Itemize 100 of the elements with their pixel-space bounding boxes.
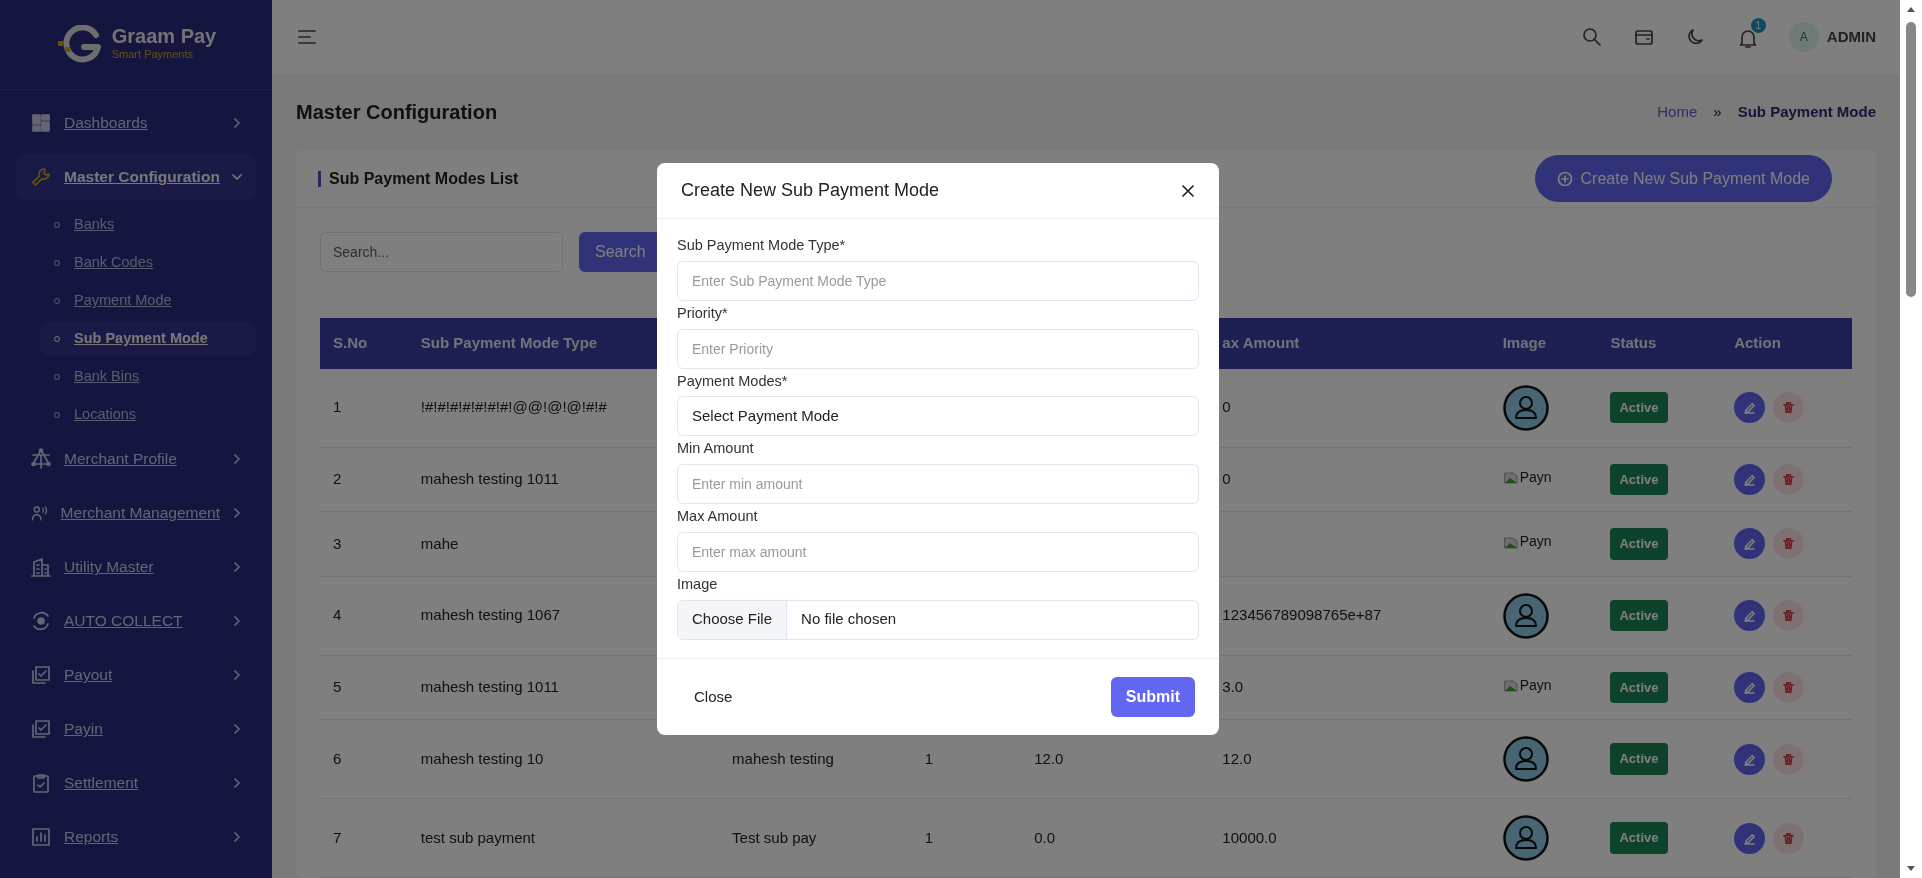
avatar-icon <box>1502 384 1549 431</box>
sidebar-item[interactable]: Merchant Management <box>16 490 256 536</box>
chevron-down-icon <box>232 172 242 182</box>
status-tag: Active <box>1610 743 1668 775</box>
input-field[interactable]: Enter max amount <box>677 531 1199 572</box>
sidebar-item[interactable]: Dashboards <box>16 100 256 146</box>
status-tag: Active <box>1610 391 1668 424</box>
input-field[interactable]: Enter Priority <box>677 328 1199 369</box>
edit-button[interactable] <box>1734 528 1766 560</box>
scrollbar[interactable] <box>1900 0 1922 878</box>
image-alt-text: Payn <box>1519 675 1552 695</box>
breadcrumb-separator: » <box>1713 101 1722 122</box>
sidebar-item[interactable]: Master Configuration <box>16 154 256 200</box>
sidebar-item[interactable]: Utility Master <box>16 544 256 590</box>
chevron-right-icon <box>232 508 242 518</box>
sidebar-item[interactable]: AUTO COLLECT <box>16 598 256 644</box>
trash-icon <box>1782 680 1796 694</box>
input-field[interactable]: Enter Sub Payment Mode Type <box>677 260 1199 301</box>
column-header: Image <box>1489 318 1598 369</box>
card-title: Sub Payment Modes List <box>329 168 519 189</box>
edit-button[interactable] <box>1734 822 1766 854</box>
pencil-icon <box>1743 609 1757 622</box>
chevron-right-icon <box>232 670 242 680</box>
field-label: Image <box>677 574 719 594</box>
sidebar-subitem[interactable]: Banks <box>40 208 256 242</box>
trash-icon <box>1782 609 1796 622</box>
edit-button[interactable] <box>1734 600 1766 631</box>
delete-button[interactable] <box>1773 671 1805 703</box>
status-tag: Active <box>1610 528 1668 560</box>
edit-button[interactable] <box>1734 671 1766 703</box>
avatar-icon <box>1502 736 1549 782</box>
breadcrumb-link[interactable]: Sub Payment Mode <box>1737 100 1876 124</box>
input-field[interactable]: Enter min amount <box>677 464 1199 504</box>
table-cell: 7 <box>320 798 408 878</box>
sidebar-item[interactable]: Payin <box>16 706 256 752</box>
payment-mode-select[interactable]: Select Payment Mode <box>677 396 1199 437</box>
chevron-right-icon <box>232 616 242 626</box>
status-tag: Active <box>1610 822 1668 854</box>
status-tag: Active <box>1610 599 1668 632</box>
table-cell: Test sub pay <box>719 798 912 878</box>
column-header: Status <box>1597 318 1722 369</box>
avatar-icon <box>1502 592 1549 639</box>
user-name[interactable]: ADMIN <box>1826 25 1876 49</box>
sidebar-item[interactable]: Reports <box>16 814 256 860</box>
close-icon[interactable] <box>1181 183 1195 198</box>
user-avatar[interactable]: A <box>1788 22 1819 52</box>
pencil-icon <box>1743 472 1757 486</box>
field-label: Sub Payment Mode Type* <box>677 236 847 255</box>
image-alt-text: Payn <box>1519 467 1552 487</box>
brand-tagline: Smart Payments <box>111 47 195 63</box>
edit-button[interactable] <box>1734 463 1766 495</box>
delete-button[interactable] <box>1773 463 1805 495</box>
chevron-right-icon <box>232 118 242 128</box>
sidebar-subitem[interactable]: Locations <box>40 398 256 432</box>
file-input-field[interactable]: Choose File No file chosen <box>677 599 1199 640</box>
table-cell: test sub payment <box>407 798 720 878</box>
search-icon[interactable] <box>1580 26 1603 48</box>
plus-circle-icon <box>1556 170 1573 187</box>
trash-icon <box>1782 401 1796 414</box>
delete-button[interactable] <box>1773 528 1805 560</box>
table-cell: 5 <box>320 655 408 720</box>
delete-button[interactable] <box>1773 392 1805 423</box>
pencil-icon <box>1743 401 1757 414</box>
sidebar-subitem[interactable]: Sub Payment Mode <box>40 322 256 356</box>
chevron-right-icon <box>232 832 242 842</box>
chevron-right-icon <box>232 562 242 572</box>
page-title: Master Configuration <box>296 100 498 124</box>
pencil-icon <box>1743 752 1757 766</box>
submit-button[interactable]: Submit <box>1110 676 1195 717</box>
sidebar-item[interactable]: Merchant Profile <box>16 436 256 482</box>
table-cell: 6 <box>320 719 408 799</box>
checklist-icon <box>30 664 52 686</box>
network-icon <box>30 448 52 470</box>
sidebar-subitem[interactable]: Bank Codes <box>40 246 256 280</box>
broken-image-icon <box>1502 469 1519 486</box>
sidebar-subitem[interactable]: Payment Mode <box>40 284 256 318</box>
create-button[interactable]: Create New Sub Payment Mode <box>1534 155 1832 202</box>
column-header: Action <box>1721 318 1852 369</box>
sidebar-subitem[interactable]: Bank Bins <box>40 360 256 394</box>
edit-button[interactable] <box>1734 392 1766 423</box>
sidebar-item[interactable]: Payout <box>16 652 256 698</box>
brand-name: Graam Pay <box>111 26 217 47</box>
checklist-icon <box>30 718 52 740</box>
sync-icon <box>30 610 52 632</box>
pencil-icon <box>1743 831 1757 845</box>
delete-button[interactable] <box>1773 822 1805 854</box>
pencil-icon <box>1743 680 1757 694</box>
table-cell: 10000.0 <box>1190 798 1490 878</box>
search-field[interactable]: Search... <box>320 232 563 272</box>
grid-icon <box>30 112 52 134</box>
image-alt-text: Payn <box>1519 532 1552 552</box>
breadcrumb-link[interactable]: Home <box>1657 100 1698 124</box>
title-accent-bar <box>318 170 321 187</box>
edit-button[interactable] <box>1734 743 1766 775</box>
table-cell: 3 <box>320 511 408 576</box>
delete-button[interactable] <box>1773 743 1805 775</box>
pencil-icon <box>1743 537 1757 551</box>
sidebar-item[interactable]: Settlement <box>16 760 256 806</box>
choose-file-button[interactable]: Choose File <box>678 600 788 639</box>
delete-button[interactable] <box>1773 600 1805 631</box>
